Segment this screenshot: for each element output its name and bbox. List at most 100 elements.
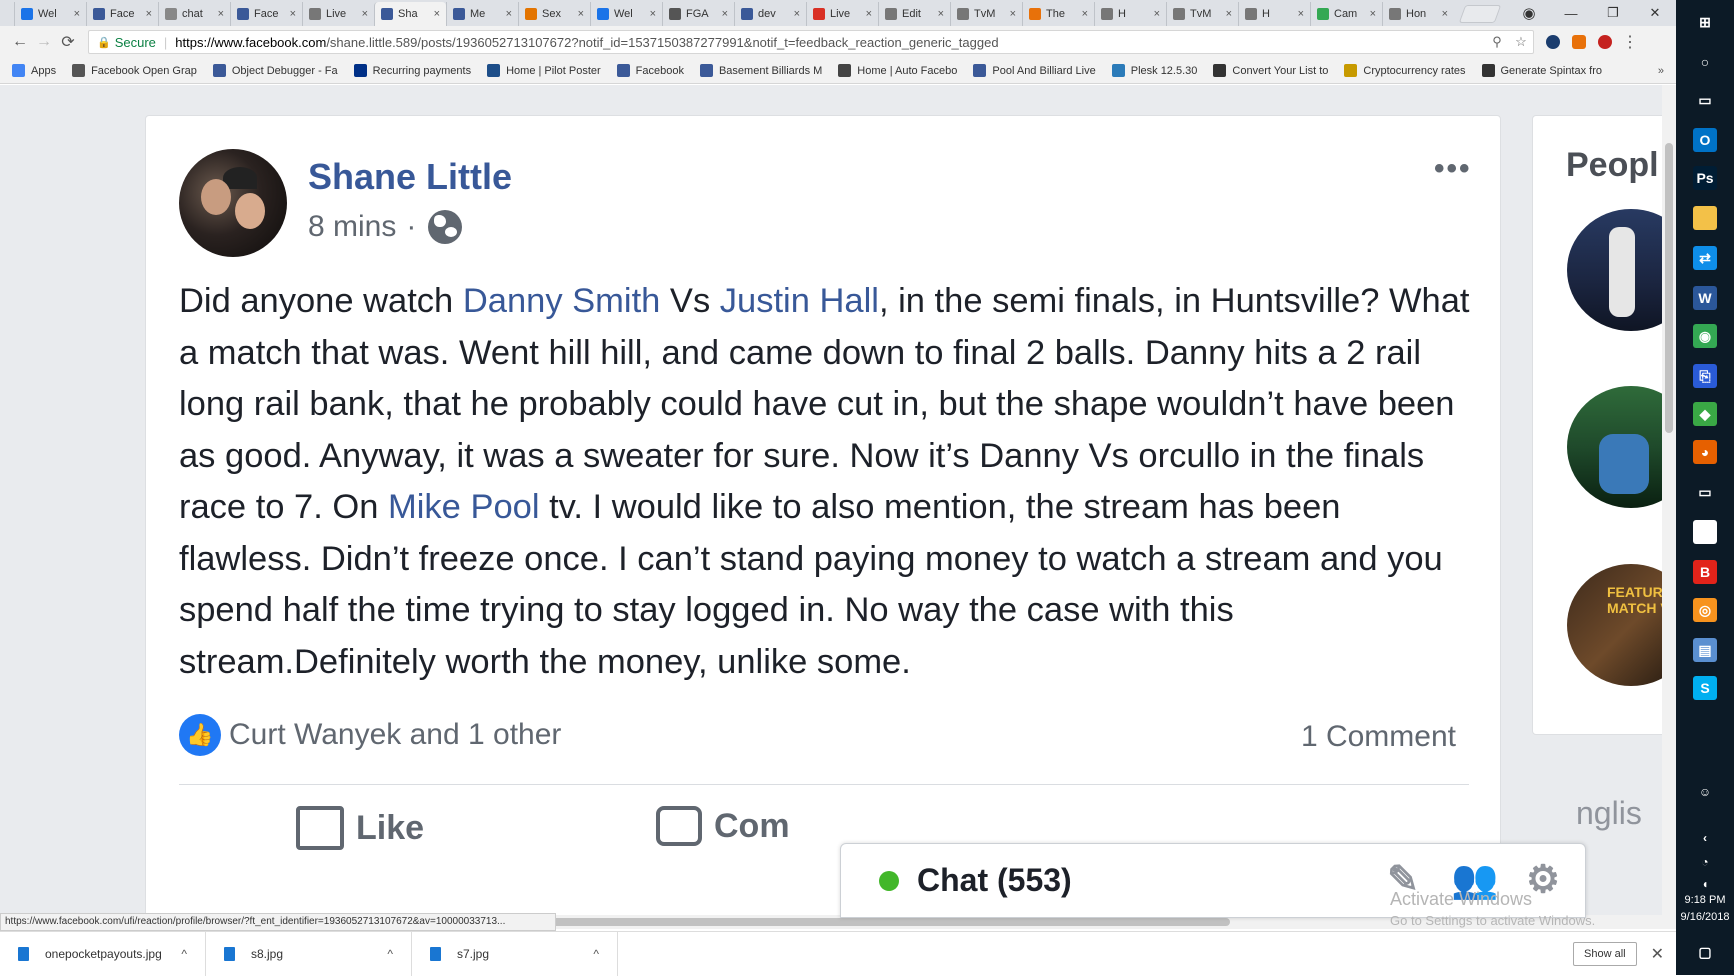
- restore-button[interactable]: ❐: [1592, 5, 1634, 21]
- back-button[interactable]: ←: [8, 33, 32, 51]
- tab-close-icon[interactable]: ×: [1298, 8, 1304, 20]
- chevron-left-icon[interactable]: ‹: [1693, 826, 1717, 850]
- reactions-text[interactable]: Curt Wanyek and 1 other: [229, 718, 561, 752]
- reload-button[interactable]: ⟳: [56, 32, 80, 52]
- browser-tab[interactable]: Cam ×: [1310, 2, 1382, 26]
- windows-icon[interactable]: ⊞: [1693, 10, 1717, 34]
- tab-close-icon[interactable]: ×: [1082, 8, 1088, 20]
- tab-close-icon[interactable]: ×: [362, 8, 368, 20]
- bookmark-item[interactable]: Facebook: [616, 64, 684, 77]
- browser-tab[interactable]: Sex ×: [518, 2, 590, 26]
- browser-tab[interactable]: Live ×: [302, 2, 374, 26]
- clock[interactable]: 9:18 PM 9/16/2018: [1676, 892, 1734, 926]
- person-photo[interactable]: FEATURE MATCH VS: [1567, 564, 1662, 686]
- minimize-button[interactable]: —: [1550, 6, 1592, 21]
- browser-tab[interactable]: H ×: [1238, 2, 1310, 26]
- mention-link[interactable]: Justin Hall: [720, 282, 879, 320]
- download-item[interactable]: onepocketpayouts.jpg ^: [0, 931, 206, 976]
- teamviewer-icon[interactable]: ⇄: [1693, 246, 1717, 270]
- notifications-icon[interactable]: ▢: [1693, 940, 1717, 964]
- people-icon[interactable]: ☺: [1693, 780, 1717, 804]
- firefox-icon[interactable]: ◕: [1693, 440, 1717, 464]
- browser-tab[interactable]: dev ×: [734, 2, 806, 26]
- download-item[interactable]: s8.jpg ^: [206, 931, 412, 976]
- browser-tab[interactable]: FGA ×: [662, 2, 734, 26]
- forward-button[interactable]: →: [32, 33, 56, 51]
- menu-icon[interactable]: ⋮: [1618, 32, 1642, 52]
- browser-tab[interactable]: Wel ×: [590, 2, 662, 26]
- download-filename[interactable]: s8.jpg: [251, 947, 387, 961]
- close-icon[interactable]: ✕: [1651, 944, 1664, 964]
- photoshop-icon[interactable]: Ps: [1693, 166, 1717, 190]
- word-icon[interactable]: W: [1693, 286, 1717, 310]
- tab-close-icon[interactable]: ×: [1154, 8, 1160, 20]
- notes-icon[interactable]: [1693, 520, 1717, 544]
- skype-icon[interactable]: S: [1693, 676, 1717, 700]
- orange-app-icon[interactable]: ◎: [1693, 598, 1717, 622]
- mention-link[interactable]: Danny Smith: [463, 282, 661, 320]
- address-bar[interactable]: 🔒 Secure | https://www.facebook.com/shan…: [88, 30, 1534, 54]
- bookmark-item[interactable]: Home | Auto Facebo: [838, 64, 957, 77]
- close-window-button[interactable]: ✕: [1634, 5, 1676, 21]
- browser-tab[interactable]: The ×: [1022, 2, 1094, 26]
- tab-close-icon[interactable]: ×: [578, 8, 584, 20]
- tab-close-icon[interactable]: ×: [290, 8, 296, 20]
- browser-tab[interactable]: Live ×: [806, 2, 878, 26]
- extension-icon-2[interactable]: [1572, 35, 1586, 49]
- vertical-scrollbar[interactable]: [1662, 85, 1676, 915]
- browser-tab[interactable]: Sha ×: [374, 2, 446, 26]
- download-item[interactable]: s7.jpg ^: [412, 931, 618, 976]
- green-app-icon[interactable]: ◆: [1693, 402, 1717, 426]
- tab-close-icon[interactable]: ×: [506, 8, 512, 20]
- avatar[interactable]: [179, 149, 287, 257]
- bookmarks-overflow-icon[interactable]: »: [1658, 65, 1664, 77]
- bookmark-star-icon[interactable]: ☆: [1509, 34, 1533, 50]
- browser-tab[interactable]: H ×: [1094, 2, 1166, 26]
- file-explorer-icon[interactable]: [1693, 206, 1717, 230]
- post-time[interactable]: 8 mins: [308, 210, 396, 244]
- mention-link[interactable]: Mike Pool: [388, 488, 539, 526]
- more-options-icon[interactable]: •••: [1434, 152, 1472, 186]
- tab-close-icon[interactable]: ×: [218, 8, 224, 20]
- globe-icon[interactable]: [428, 210, 463, 244]
- browser-tab[interactable]: Hon ×: [1382, 2, 1454, 26]
- chevron-up-icon[interactable]: ^: [593, 947, 599, 961]
- task-view-icon[interactable]: ▭: [1693, 88, 1717, 112]
- tab-close-icon[interactable]: ×: [1370, 8, 1376, 20]
- browser-tab[interactable]: Me ×: [446, 2, 518, 26]
- tab-close-icon[interactable]: ×: [434, 8, 440, 20]
- bookmark-item[interactable]: Convert Your List to: [1213, 64, 1328, 77]
- show-all-button[interactable]: Show all: [1573, 941, 1637, 966]
- tab-close-icon[interactable]: ×: [74, 8, 80, 20]
- extension-icon-1[interactable]: [1546, 35, 1560, 49]
- bookmark-item[interactable]: Generate Spintax fro: [1481, 64, 1602, 77]
- b-app-icon[interactable]: B: [1693, 560, 1717, 584]
- language-link[interactable]: nglis: [1576, 795, 1642, 832]
- chevron-up-icon[interactable]: ^: [387, 947, 393, 961]
- tab-close-icon[interactable]: ×: [1226, 8, 1232, 20]
- like-button[interactable]: Like: [296, 806, 424, 850]
- tab-close-icon[interactable]: ×: [1010, 8, 1016, 20]
- browser-tab[interactable]: Face ×: [230, 2, 302, 26]
- bookmark-item[interactable]: Recurring payments: [353, 64, 471, 77]
- bookmark-item[interactable]: Object Debugger - Fa: [212, 64, 338, 77]
- browser-tab[interactable]: Edit ×: [878, 2, 950, 26]
- reactions-summary[interactable]: 👍 Curt Wanyek and 1 other: [179, 714, 561, 756]
- lock-icon[interactable]: 🔒: [97, 36, 111, 49]
- tab-close-icon[interactable]: ×: [146, 8, 152, 20]
- tab-close-icon[interactable]: ×: [722, 8, 728, 20]
- bookmark-item[interactable]: Pool And Billiard Live: [973, 64, 1096, 77]
- bookmark-item[interactable]: Facebook Open Grap: [72, 64, 197, 77]
- outlook-icon[interactable]: O: [1693, 128, 1717, 152]
- network-icon[interactable]: ◔: [1693, 850, 1717, 874]
- remote-icon[interactable]: ⎘: [1693, 364, 1717, 388]
- extension-icon-3[interactable]: [1598, 35, 1612, 49]
- cortana-icon[interactable]: ○: [1693, 50, 1717, 74]
- download-filename[interactable]: s7.jpg: [457, 947, 593, 961]
- new-tab-button[interactable]: [1458, 5, 1502, 23]
- tab-close-icon[interactable]: ×: [938, 8, 944, 20]
- zoom-icon[interactable]: ⚲: [1485, 34, 1509, 50]
- bookmark-item[interactable]: Plesk 12.5.30: [1111, 64, 1197, 77]
- tab-close-icon[interactable]: ×: [650, 8, 656, 20]
- browser-tab[interactable]: Face ×: [86, 2, 158, 26]
